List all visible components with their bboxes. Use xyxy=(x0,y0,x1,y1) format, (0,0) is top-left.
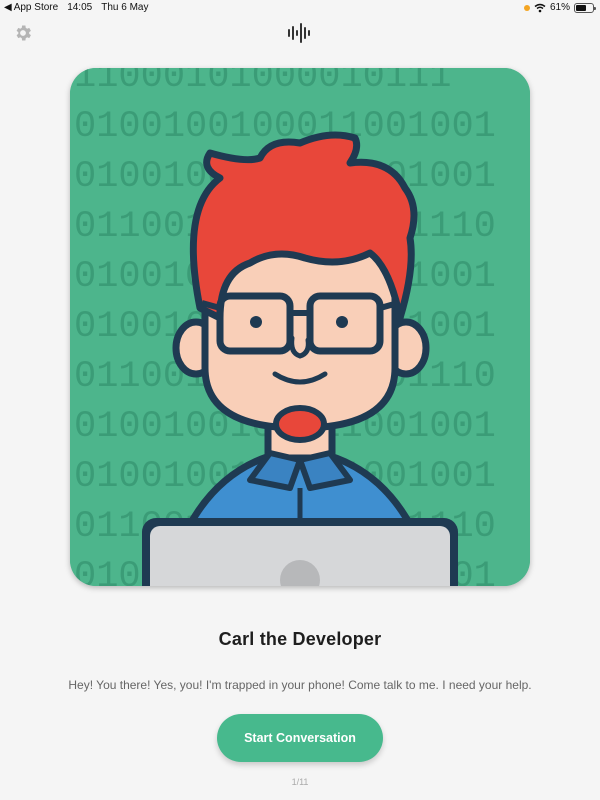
recording-dot-icon xyxy=(523,4,530,11)
battery-percent: 61% xyxy=(549,2,570,13)
status-time: 14:05 xyxy=(67,2,93,13)
start-conversation-button[interactable]: Start Conversation xyxy=(217,714,383,762)
status-date: Thu 6 May xyxy=(101,2,149,13)
page-indicator: 1/11 xyxy=(291,777,309,787)
character-description: Hey! You there! Yes, you! I'm trapped in… xyxy=(68,678,532,692)
character-card: 1100010100001011101001001000110010010100… xyxy=(70,68,530,586)
wifi-icon xyxy=(534,3,546,12)
character-name: Carl the Developer xyxy=(218,629,382,649)
status-bar: ◀ App Store 14:05 Thu 6 May 61% xyxy=(0,0,600,16)
back-app-label: App Store xyxy=(13,2,59,13)
battery-icon xyxy=(574,2,596,13)
sound-wave-icon xyxy=(288,23,310,43)
binary-row: 11000101000010111 xyxy=(74,68,451,98)
back-arrow-icon: ◀ xyxy=(4,2,12,13)
back-to-app-store[interactable]: ◀ App Store xyxy=(4,2,58,13)
gear-icon[interactable] xyxy=(13,23,33,43)
character-illustration: 1100010100001011101001001000110010010100… xyxy=(70,68,530,586)
